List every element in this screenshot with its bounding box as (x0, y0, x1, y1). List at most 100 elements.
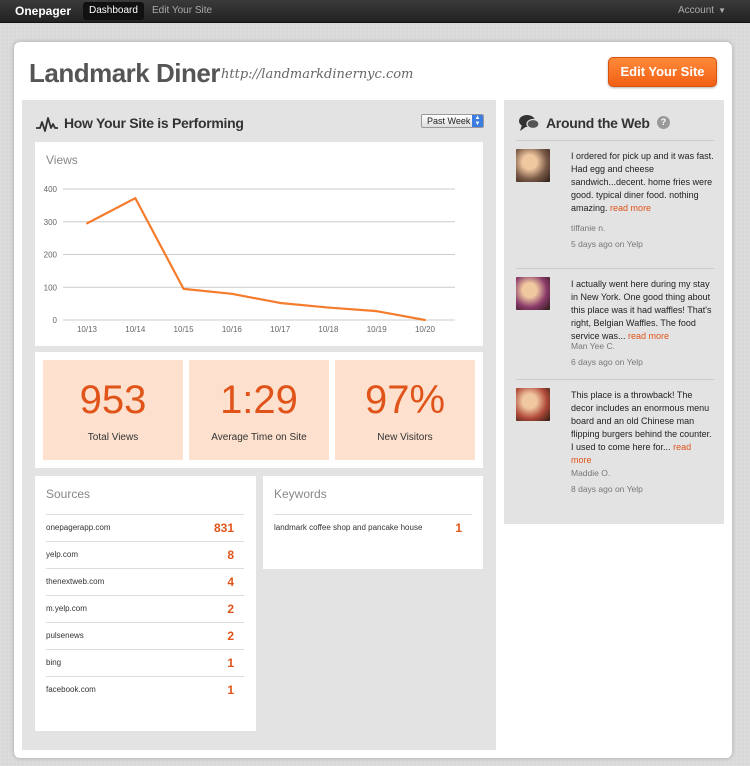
table-row: landmark coffee shop and pancake house 1 (274, 514, 472, 541)
stat-total-views: 953 Total Views (43, 360, 183, 460)
stat-new-visitors: 97% New Visitors (335, 360, 475, 460)
data-point[interactable] (279, 301, 282, 304)
x-tick-label: 10/19 (367, 325, 388, 334)
nav-edit-your-site[interactable]: Edit Your Site (152, 5, 212, 16)
sources-box: Sources onepagerapp.com 831 yelp.com 8 thene… (35, 476, 256, 731)
x-tick-label: 10/20 (415, 325, 436, 334)
pulse-icon (36, 117, 58, 132)
avatar[interactable] (516, 277, 550, 310)
account-label: Account (677, 5, 715, 16)
row-value: 2 (227, 602, 234, 616)
data-point[interactable] (327, 306, 330, 309)
review-meta: 6 days ago on Yelp (571, 357, 643, 367)
review-author: Man Yee C. (571, 341, 615, 351)
sources-title: Sources (46, 487, 91, 501)
around-the-web-panel: Around the Web ? I ordered for pick up a… (504, 100, 724, 524)
select-arrows-icon: ▲ ▼ (472, 115, 483, 127)
row-value: 8 (227, 548, 234, 562)
x-tick-label: 10/17 (270, 325, 291, 334)
chat-bubbles-icon (519, 115, 540, 131)
row-label: yelp.com (46, 550, 79, 559)
keywords-box: Keywords landmark coffee shop and pancak… (263, 476, 483, 569)
performance-heading: How Your Site is Performing (64, 115, 244, 131)
row-label: thenextweb.com (46, 577, 105, 586)
review-text: I ordered for pick up and it was fast. H… (571, 150, 714, 215)
site-url-link[interactable]: http://landmarkdinernyc.com (221, 67, 413, 82)
row-label: facebook.com (46, 685, 96, 694)
x-tick-label: 10/15 (174, 325, 195, 334)
data-point[interactable] (134, 197, 137, 200)
views-chart: 0 100 200 300 400 10/13 10/14 10/15 10/16 10/17 10… (44, 185, 455, 334)
y-tick-label: 300 (44, 218, 58, 227)
row-label: onepagerapp.com (46, 523, 111, 532)
row-value: 1 (227, 656, 234, 670)
stat-value: 97% (364, 378, 446, 422)
review-item: This place is a throwback! The decor inc… (516, 379, 714, 499)
y-tick-label: 0 (53, 316, 58, 325)
stat-average-time: 1:29 Average Time on Site (189, 360, 329, 460)
stat-label: Total Views (87, 432, 139, 443)
review-text: This place is a throwback! The decor inc… (571, 389, 714, 467)
help-icon[interactable]: ? (657, 116, 670, 129)
row-value: 2 (227, 629, 234, 643)
data-point[interactable] (86, 222, 88, 225)
stat-label: New Visitors (377, 432, 433, 443)
review-text: I actually went here during my stay in N… (571, 278, 714, 343)
table-row: bing 1 (46, 649, 244, 676)
stat-value: 1:29 (220, 378, 298, 422)
avatar[interactable] (516, 388, 550, 421)
series-line (86, 197, 426, 322)
table-row: m.yelp.com 2 (46, 595, 244, 622)
data-point[interactable] (375, 310, 378, 313)
table-row: thenextweb.com 4 (46, 568, 244, 595)
data-point[interactable] (424, 319, 426, 321)
edit-your-site-button[interactable]: Edit Your Site (608, 57, 717, 87)
period-select-value: Past Week (427, 116, 471, 126)
row-label: landmark coffee shop and pancake house (274, 523, 423, 532)
read-more-link[interactable]: read more (610, 203, 651, 213)
main-card: Landmark Diner http://landmarkdinernyc.c… (14, 42, 732, 758)
read-more-link[interactable]: read more (628, 331, 669, 341)
data-point[interactable] (230, 292, 233, 295)
page-title: Landmark Diner (29, 58, 220, 88)
row-value: 1 (455, 521, 462, 535)
table-row: facebook.com 1 (46, 676, 244, 703)
y-tick-label: 200 (44, 251, 58, 260)
brand-logo[interactable]: Onepager (15, 4, 71, 18)
row-label: pulsenews (46, 631, 84, 640)
account-menu[interactable]: Account ▼ (678, 5, 726, 16)
table-row: pulsenews 2 (46, 622, 244, 649)
review-item: I actually went here during my stay in N… (516, 268, 714, 379)
stat-label: Average Time on Site (211, 432, 307, 443)
around-the-web-heading: Around the Web (546, 115, 650, 131)
x-tick-label: 10/16 (222, 325, 243, 334)
chevron-down-icon: ▼ (718, 6, 726, 15)
row-value: 4 (227, 575, 234, 589)
data-point[interactable] (182, 287, 185, 290)
review-author: tiffanie n. (571, 223, 606, 233)
x-tick-label: 10/13 (77, 325, 98, 334)
review-meta: 5 days ago on Yelp (571, 239, 643, 249)
review-meta: 8 days ago on Yelp (571, 484, 643, 494)
performance-panel: How Your Site is Performing Past Week ▲ ▼… (22, 100, 496, 750)
stat-value: 953 (79, 378, 147, 422)
x-tick-label: 10/14 (125, 325, 146, 334)
table-row: onepagerapp.com 831 (46, 514, 244, 541)
y-tick-label: 400 (44, 185, 58, 194)
avatar[interactable] (516, 149, 550, 182)
review-author: Maddie O. (571, 468, 611, 478)
keywords-title: Keywords (274, 487, 327, 501)
row-label: bing (46, 658, 62, 667)
row-value: 1 (227, 683, 234, 697)
table-row: yelp.com 8 (46, 541, 244, 568)
y-tick-label: 100 (44, 283, 58, 292)
views-chart-box: Views 0 100 200 300 400 10/13 10/14 10/15 10/16 1… (35, 142, 483, 346)
review-item: I ordered for pick up and it was fast. H… (516, 140, 714, 268)
top-navbar: Onepager Dashboard Edit Your Site Accoun… (0, 0, 750, 23)
stats-strip: 953 Total Views 1:29 Average Time on Sit… (35, 352, 483, 468)
row-label: m.yelp.com (46, 604, 87, 613)
nav-dashboard[interactable]: Dashboard (83, 2, 144, 20)
row-value: 831 (213, 521, 234, 535)
period-select[interactable]: Past Week ▲ ▼ (421, 114, 484, 128)
x-tick-label: 10/18 (318, 325, 339, 334)
